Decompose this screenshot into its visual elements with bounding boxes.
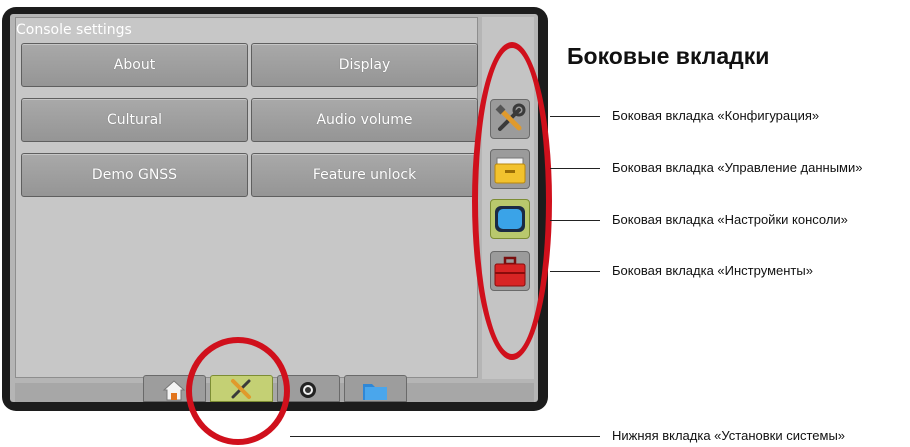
- cultural-button[interactable]: Cultural: [21, 98, 248, 142]
- demo-gnss-button[interactable]: Demo GNSS: [21, 153, 248, 197]
- callout-line-tools: [550, 271, 600, 272]
- console-settings-panel: Console settings About Display Cultural …: [15, 17, 478, 378]
- bottom-tab-guidance[interactable]: [277, 375, 340, 402]
- bottom-tab-home[interactable]: [143, 375, 206, 402]
- callout-line-console-settings: [550, 220, 600, 221]
- home-icon: [162, 380, 186, 401]
- callout-line-system-setup: [290, 436, 600, 437]
- about-button[interactable]: About: [21, 43, 248, 87]
- side-tab-console-settings[interactable]: [490, 199, 530, 239]
- panel-title: Console settings: [16, 22, 132, 38]
- callout-data-management: Боковая вкладка «Управление данными»: [612, 160, 863, 175]
- audio-volume-button[interactable]: Audio volume: [251, 98, 478, 142]
- console-settings-icon: [495, 206, 525, 232]
- tools-icon: [494, 256, 526, 287]
- callout-tools: Боковая вкладка «Инструменты»: [612, 263, 813, 278]
- callout-configuration: Боковая вкладка «Конфигурация»: [612, 108, 820, 123]
- bottom-tab-system-setup[interactable]: [210, 375, 273, 402]
- console-screen: Console settings About Display Cultural …: [10, 14, 538, 402]
- side-tab-data-management[interactable]: [490, 149, 530, 189]
- callout-system-setup: Нижняя вкладка «Установки системы»: [612, 428, 846, 443]
- side-tab-tools[interactable]: [490, 251, 530, 291]
- configuration-icon: [495, 103, 526, 131]
- console-device: Console settings About Display Cultural …: [2, 7, 548, 411]
- side-tabs-heading: Боковые вкладки: [567, 43, 770, 69]
- side-tab-configuration[interactable]: [490, 99, 530, 139]
- data-management-icon: [494, 157, 526, 184]
- callout-console-settings: Боковая вкладка «Настройки консоли»: [612, 212, 848, 227]
- callout-line-configuration: [550, 116, 600, 117]
- callout-line-data-management: [550, 168, 600, 169]
- folder-icon: [363, 384, 387, 400]
- system-setup-icon: [231, 379, 251, 399]
- bottom-tab-bar: [15, 383, 534, 402]
- display-button[interactable]: Display: [251, 43, 478, 87]
- guidance-icon: [300, 382, 316, 398]
- side-tab-bar: [482, 17, 534, 379]
- feature-unlock-button[interactable]: Feature unlock: [251, 153, 478, 197]
- bottom-tab-folder[interactable]: [344, 375, 407, 402]
